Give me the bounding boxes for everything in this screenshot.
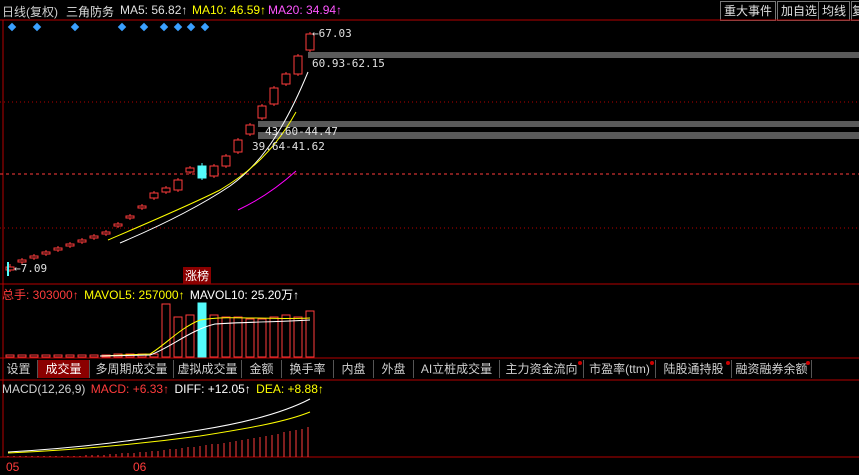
event-marker-icon — [32, 22, 42, 32]
stock-chart[interactable] — [0, 0, 859, 475]
zone-label-3: 39.64-41.62 — [252, 140, 325, 153]
low-price-value: 7.09 — [20, 262, 48, 275]
candle-body — [173, 179, 183, 191]
zone-label-1: 60.93-62.15 — [312, 57, 385, 70]
volume-bar — [41, 354, 51, 358]
mavol5-value: MAVOL5: 257000↑ — [84, 288, 185, 302]
x-axis-label-05: 05 — [6, 460, 20, 474]
event-marker-icon — [159, 22, 169, 32]
tab-10[interactable]: 市盈率(ttm) — [584, 360, 656, 378]
volume-bar — [209, 314, 219, 358]
mavol10-value: MAVOL10: 25.20万↑ — [189, 288, 300, 302]
tab-2[interactable]: 多周期成交量 — [90, 360, 174, 378]
volume-bar — [77, 354, 87, 358]
candle-body — [101, 231, 111, 235]
volume-bar — [5, 354, 15, 358]
candle-body — [89, 235, 99, 239]
volume-bars — [5, 302, 315, 358]
price-zone-1 — [308, 52, 859, 58]
candle-body — [221, 155, 231, 167]
candle-body — [257, 105, 267, 119]
zone-label-2: 43.60-44.47 — [265, 125, 338, 138]
x-axis-label-06: 06 — [133, 460, 147, 474]
high-price-label: ←67.03 — [312, 27, 352, 40]
candle-body — [161, 187, 171, 193]
candle-body — [245, 124, 255, 135]
volume-bar — [17, 354, 27, 358]
tab-notice-dot — [650, 361, 654, 365]
tab-7[interactable]: 外盘 — [374, 360, 414, 378]
volume-bar — [29, 354, 39, 358]
diff-line — [7, 398, 311, 453]
macd-chart — [7, 398, 311, 457]
tab-notice-dot — [578, 361, 582, 365]
candle-body — [233, 139, 243, 153]
tab-0[interactable]: 设置 — [0, 360, 38, 378]
candle-body — [77, 239, 87, 243]
price-zone-3 — [258, 132, 859, 139]
total-volume: 总手: 303000↑ — [2, 288, 79, 302]
candle-body — [53, 247, 63, 251]
event-marker-icon — [186, 22, 196, 32]
volume-bar — [245, 318, 255, 358]
indicator-tabs: 设置 成交量 多周期成交量 虚拟成交量 金额 换手率 内盘 外盘 AI立桩成交量 主力资金流向 市盈… — [0, 359, 859, 379]
tab-3[interactable]: 虚拟成交量 — [174, 360, 242, 378]
macd-header: MACD(12,26,9) MACD: +6.33↑ DIFF: +12.05↑… — [2, 382, 324, 396]
event-marker-icon — [173, 22, 183, 32]
candle-body — [113, 223, 123, 227]
tab-12[interactable]: 融资融券余额 — [732, 360, 812, 378]
tab-11[interactable]: 陆股通持股 — [656, 360, 732, 378]
candle-body — [293, 55, 303, 75]
candle-body — [269, 87, 279, 105]
tab-4[interactable]: 金额 — [242, 360, 282, 378]
event-marker-icon — [139, 22, 149, 32]
event-marker-icon — [117, 22, 127, 32]
volume-bar — [257, 318, 267, 358]
high-price-value: 67.03 — [318, 27, 352, 40]
tab-9[interactable]: 主力资金流向 — [500, 360, 584, 378]
volume-bar — [89, 354, 99, 358]
limit-up-badge[interactable]: 涨榜 — [183, 267, 212, 284]
candle-body — [65, 243, 75, 247]
candle-body — [41, 251, 51, 255]
tab-notice-dot — [726, 361, 730, 365]
volume-bar — [269, 316, 279, 358]
tab-notice-dot — [806, 361, 810, 365]
event-marker-icon — [70, 22, 80, 32]
candle-body — [29, 255, 39, 259]
candle-body — [149, 192, 159, 199]
candle-body — [281, 73, 291, 85]
volume-header: 总手: 303000↑ MAVOL5: 257000↑ MAVOL10: 25.… — [2, 286, 299, 303]
volume-bar — [173, 316, 183, 358]
volume-bar — [65, 354, 75, 358]
low-price-label: ←7.09 — [14, 262, 48, 275]
tab-8[interactable]: AI立桩成交量 — [414, 360, 500, 378]
price-zone-2 — [258, 121, 859, 127]
ma5-line — [119, 71, 309, 244]
event-marker-icon — [200, 22, 210, 32]
event-marker-icon — [7, 22, 17, 32]
candle-body — [185, 167, 195, 173]
tab-1[interactable]: 成交量 — [38, 360, 90, 378]
volume-bar — [293, 316, 303, 358]
diff-value: DIFF: +12.05↑ — [174, 382, 251, 396]
ma20-line — [237, 170, 297, 211]
candle-body — [197, 165, 207, 179]
dea-line — [7, 411, 311, 454]
candle-body — [137, 205, 147, 209]
event-markers — [7, 22, 210, 32]
tab-5[interactable]: 换手率 — [282, 360, 334, 378]
tab-6[interactable]: 内盘 — [334, 360, 374, 378]
dea-value: DEA: +8.88↑ — [256, 382, 324, 396]
candle-body — [125, 215, 135, 219]
macd-params[interactable]: MACD(12,26,9) — [2, 382, 85, 396]
volume-bar — [53, 354, 63, 358]
macd-value: MACD: +6.33↑ — [90, 382, 170, 396]
candle-body — [209, 165, 219, 177]
